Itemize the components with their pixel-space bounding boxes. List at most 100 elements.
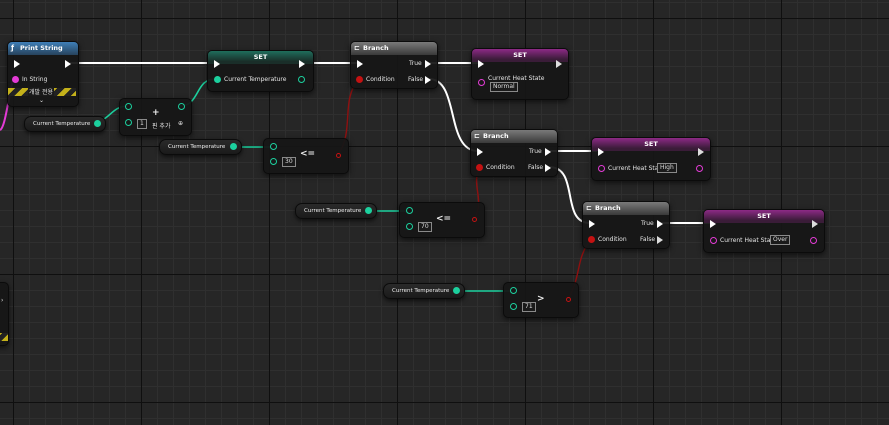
true-exec-pin[interactable] (545, 148, 551, 156)
compare-less-equal-node[interactable]: 70 <= (399, 202, 485, 238)
get-temperature-node[interactable]: Current Temperature (295, 203, 377, 219)
set-heat-state-header[interactable]: SET (704, 210, 824, 223)
branch-title: Branch (363, 44, 389, 52)
compare-value-box[interactable]: 70 (418, 222, 432, 232)
exec-in-pin[interactable] (478, 60, 484, 68)
compare-less-equal-node[interactable]: 30 <= (263, 138, 349, 174)
development-only-label: 개발 전용 (28, 87, 54, 96)
compare-output-pin[interactable] (336, 153, 341, 158)
getter-output-pin[interactable] (230, 143, 237, 150)
compare-input-pin-b[interactable] (510, 303, 517, 310)
exec-out-pin[interactable] (556, 60, 562, 68)
condition-label: Condition (486, 164, 515, 171)
false-exec-pin[interactable] (545, 164, 551, 172)
in-string-pin[interactable] (12, 76, 19, 83)
false-label: False (640, 236, 656, 243)
exec-out-pin[interactable] (299, 60, 305, 68)
getter-label: Current Temperature (168, 144, 226, 150)
add-pin-label[interactable]: 핀 추가 (152, 121, 170, 130)
offscreen-node[interactable]: › (0, 282, 9, 346)
heat-state-input-pin[interactable] (478, 79, 485, 86)
exec-out-pin[interactable] (698, 148, 704, 156)
set-heat-state-header[interactable]: SET (472, 49, 568, 62)
condition-pin[interactable] (356, 76, 363, 83)
compare-input-pin-a[interactable] (510, 287, 517, 294)
branch-node[interactable]: ⊏ Branch True Condition False (470, 129, 558, 177)
getter-label: Current Temperature (392, 288, 450, 294)
add-input-pin-b[interactable] (125, 119, 132, 126)
true-exec-pin[interactable] (425, 60, 431, 68)
heat-state-value[interactable]: Over (770, 235, 791, 245)
chevron-down-icon[interactable]: ⌄ (39, 97, 44, 104)
get-temperature-node[interactable]: Current Temperature (159, 139, 242, 155)
getter-label: Current Temperature (304, 208, 362, 214)
branch-icon: ⊏ (354, 44, 360, 52)
getter-output-pin[interactable] (94, 120, 101, 127)
branch-node[interactable]: ⊏ Branch True Condition False (582, 201, 670, 249)
compare-greater-node[interactable]: 71 > (503, 282, 579, 318)
add-input-pin-a[interactable] (125, 103, 132, 110)
get-temperature-node[interactable]: Current Temperature (383, 283, 465, 299)
heat-state-input-pin[interactable] (710, 237, 717, 244)
set-temperature-node[interactable]: SET Current Temperature (207, 50, 314, 92)
compare-value-box[interactable]: 30 (282, 157, 296, 167)
branch-icon: ⊏ (474, 132, 480, 140)
set-temperature-header[interactable]: SET (208, 51, 313, 64)
compare-input-pin-a[interactable] (270, 143, 277, 150)
compare-output-pin[interactable] (566, 297, 571, 302)
false-exec-pin[interactable] (657, 236, 663, 244)
compare-operator: <= (436, 214, 452, 224)
compare-value-box[interactable]: 71 (522, 302, 536, 312)
exec-in-pin[interactable] (357, 60, 363, 68)
exec-in-pin[interactable] (477, 148, 483, 156)
set-heat-state-node[interactable]: SET Current Heat State Normal (471, 48, 569, 100)
add-value-box[interactable]: 1 (137, 119, 147, 129)
heat-state-value[interactable]: Normal (490, 82, 518, 92)
condition-pin[interactable] (588, 236, 595, 243)
exec-in-pin[interactable] (589, 220, 595, 228)
print-string-node[interactable]: ƒ Print String In String 개발 전용 ⌄ (7, 41, 79, 107)
exec-in-pin[interactable] (598, 148, 604, 156)
compare-input-pin-a[interactable] (406, 207, 413, 214)
true-exec-pin[interactable] (657, 220, 663, 228)
heat-state-value[interactable]: High (657, 163, 677, 173)
getter-output-pin[interactable] (365, 207, 372, 214)
development-only-strip (0, 333, 8, 341)
set-heat-state-node[interactable]: SET Current Heat State High (591, 137, 711, 181)
condition-label: Condition (366, 76, 395, 83)
heat-state-label: Current Heat State (720, 237, 777, 244)
exec-out-pin[interactable] (65, 60, 71, 68)
branch-node[interactable]: ⊏ Branch True Condition False (350, 41, 438, 89)
blueprint-graph-canvas[interactable]: ƒ Print String In String 개발 전용 ⌄ › 1 + 핀… (0, 0, 889, 425)
false-label: False (528, 164, 544, 171)
branch-header[interactable]: ⊏ Branch (583, 202, 669, 215)
plus-icon: + (152, 108, 160, 118)
condition-pin[interactable] (476, 164, 483, 171)
exec-in-pin[interactable] (214, 60, 220, 68)
branch-header[interactable]: ⊏ Branch (471, 130, 557, 143)
false-exec-pin[interactable] (425, 76, 431, 84)
set-heat-state-node[interactable]: SET Current Heat State Over (703, 209, 825, 253)
add-pin-icon[interactable]: ⊕ (178, 120, 183, 127)
add-output-pin[interactable] (178, 103, 185, 110)
temperature-input-pin[interactable] (214, 76, 221, 83)
set-heat-state-header[interactable]: SET (592, 138, 710, 151)
exec-out-pin[interactable] (812, 220, 818, 228)
temperature-output-pin[interactable] (298, 76, 305, 83)
set-temperature-label: Current Temperature (224, 76, 287, 83)
branch-header[interactable]: ⊏ Branch (351, 42, 437, 55)
add-node[interactable]: 1 + 핀 추가 ⊕ (119, 98, 192, 136)
print-string-header[interactable]: ƒ Print String (8, 42, 78, 55)
exec-in-pin[interactable] (710, 220, 716, 228)
heat-state-output-pin[interactable] (696, 165, 703, 172)
heat-state-output-pin[interactable] (810, 237, 817, 244)
compare-input-pin-b[interactable] (406, 223, 413, 230)
exec-in-pin[interactable] (14, 60, 20, 68)
get-temperature-node[interactable]: Current Temperature (24, 116, 106, 132)
compare-output-pin[interactable] (472, 217, 477, 222)
false-label: False (408, 76, 424, 83)
compare-input-pin-b[interactable] (270, 158, 277, 165)
heat-state-input-pin[interactable] (598, 165, 605, 172)
in-string-label: In String (22, 76, 48, 83)
getter-output-pin[interactable] (453, 287, 460, 294)
